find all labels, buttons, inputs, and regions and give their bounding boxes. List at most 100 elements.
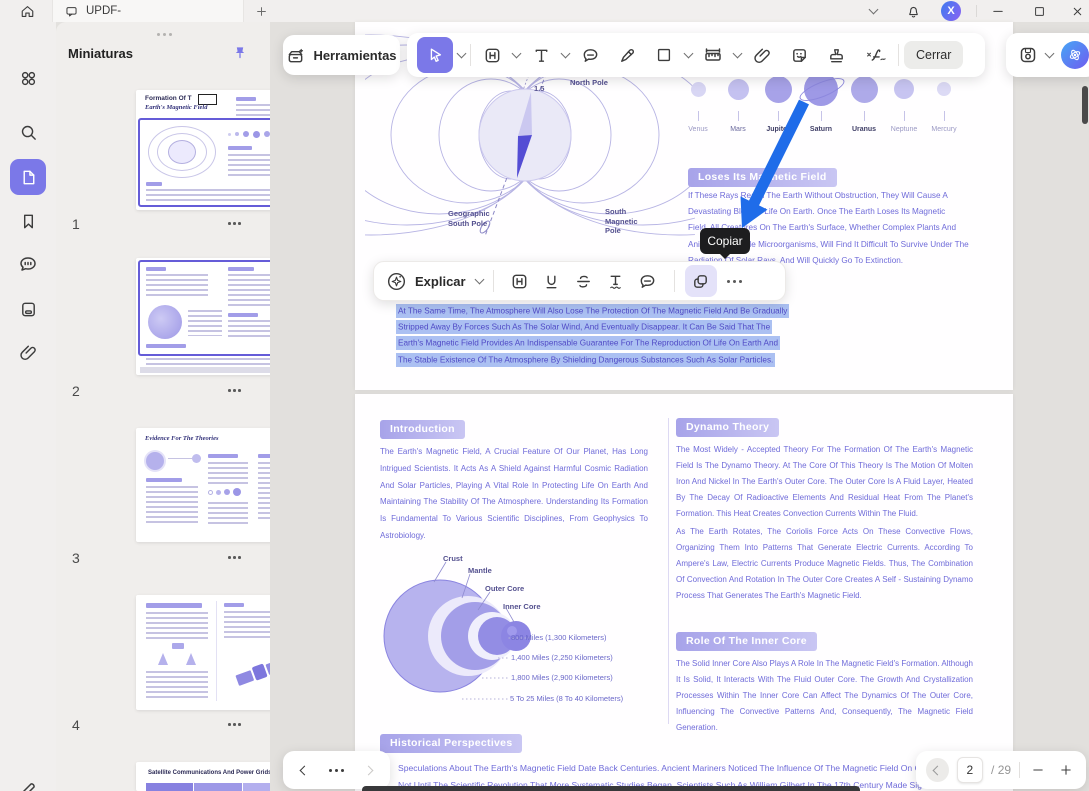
document-tab[interactable]: UPDF- (52, 0, 244, 22)
apps-grid-button[interactable] (10, 60, 46, 96)
thumb2-mini-lines2 (188, 310, 222, 336)
app-window: UPDF- X Miniaturas Formation Of T Earth'… (0, 0, 1089, 791)
zoom-out-button[interactable] (1028, 758, 1048, 782)
page-number-input[interactable]: 2 (956, 757, 984, 783)
planet-neptune: Neptune (884, 70, 924, 133)
save-status-icon[interactable] (1018, 45, 1038, 65)
marker-tool-button[interactable] (611, 39, 643, 71)
cerrar-button[interactable]: Cerrar (904, 41, 964, 69)
herramientas-button[interactable]: Herramientas (283, 35, 400, 75)
dynamo-heading-badge: Dynamo Theory (676, 417, 780, 437)
highlight-tool-chevron[interactable] (511, 48, 522, 59)
select-tool-chevron[interactable] (456, 48, 467, 59)
home-button[interactable] (14, 0, 40, 22)
thumb3-menu-button[interactable] (228, 556, 241, 559)
thumb4-number: 4 (72, 717, 80, 733)
save-chevron[interactable] (1044, 48, 1055, 59)
thumb2-mini-badge3 (228, 313, 258, 317)
thumb1-mini-lines3 (146, 189, 288, 203)
vertical-scrollbar-thumb[interactable] (1082, 86, 1088, 124)
selected-text-line: The Stable Existence Of The Atmosphere B… (396, 352, 776, 368)
maximize-button[interactable] (1026, 0, 1052, 22)
right-tool-group (1006, 33, 1089, 77)
core-label-mantle: Mantle (468, 566, 492, 575)
thumb4-menu-button[interactable] (228, 723, 241, 726)
south-mag-label: South Magnetic Pole (605, 207, 638, 235)
more-actions-button[interactable] (726, 279, 742, 283)
text-tool-button[interactable] (525, 39, 557, 71)
thumb3-mini-lines3 (208, 502, 248, 526)
thumbnails-panel-button[interactable] (10, 159, 46, 195)
explicar-label[interactable]: Explicar (415, 274, 466, 289)
avatar[interactable]: X (941, 1, 961, 21)
dynamo-body-1[interactable]: The Most Widely - Accepted Theory For Th… (676, 442, 973, 522)
sticker-tool-button[interactable] (783, 39, 815, 71)
core-label-crust: Crust (443, 554, 463, 563)
explicar-chevron[interactable] (474, 274, 485, 285)
close-button[interactable] (1064, 0, 1089, 22)
thumb4-mini-badge1 (146, 603, 202, 608)
text-tool-chevron[interactable] (560, 48, 571, 59)
comment-tool-button[interactable] (574, 39, 606, 71)
introduction-body[interactable]: The Earth's Magnetic Field, A Crucial Fe… (380, 444, 648, 545)
file-attachments-button[interactable] (10, 291, 46, 327)
highlight-annotation-button[interactable] (504, 265, 536, 297)
comments-button[interactable] (10, 246, 46, 282)
nav-forward-button[interactable] (363, 765, 374, 775)
copy-button[interactable] (684, 265, 717, 297)
earth-core-diagram (383, 561, 531, 700)
thumb3-mini-sun (146, 452, 164, 470)
thumb2-menu-button[interactable] (228, 389, 241, 392)
pdf-page-1: Geographic North Pole 1.5 Geographic Sou… (355, 22, 1013, 390)
thumb4-mini-divider (216, 601, 217, 701)
thumb1-menu-button[interactable] (228, 222, 241, 225)
signature-tool-button[interactable] (857, 39, 893, 71)
paperclip-button[interactable] (10, 334, 46, 370)
thumbnails-panel: Miniaturas Formation Of T Earth's Magnet… (56, 22, 301, 791)
pin-panel-button[interactable] (232, 45, 250, 63)
inner-core-body[interactable]: The Solid Inner Core Also Plays A Role I… (676, 656, 973, 736)
squiggly-annotation-button[interactable] (600, 265, 632, 297)
minimize-button[interactable] (985, 0, 1011, 22)
stamp-tool-button[interactable] (820, 39, 852, 71)
historical-line-1[interactable]: Speculations About The Earth's Magnetic … (398, 760, 987, 776)
annotate-pen-button[interactable] (10, 772, 46, 791)
previous-page-button[interactable] (926, 758, 949, 782)
ai-assistant-button[interactable] (1061, 41, 1089, 69)
selected-text-line: Stripped Away By Forces Such As The Sola… (396, 319, 773, 335)
comment-annotation-button[interactable] (632, 265, 664, 297)
attach-tool-button[interactable] (746, 39, 778, 71)
nav-back-button[interactable] (299, 765, 310, 775)
thumb2-mini-lines5 (146, 358, 290, 365)
toolbox-icon (289, 48, 304, 62)
panel-drag-handle[interactable] (157, 33, 172, 36)
zoom-in-button[interactable] (1056, 758, 1076, 782)
shape-tool-button[interactable] (648, 39, 680, 71)
collapse-toolbar-button[interactable] (860, 0, 886, 22)
highlight-tool-button[interactable] (476, 39, 508, 71)
tab-document-icon (66, 6, 77, 17)
underline-annotation-button[interactable] (536, 265, 568, 297)
bookmarks-button[interactable] (10, 203, 46, 239)
thumb4-mini-lines2 (146, 671, 208, 701)
thumb2-mini-badge4 (146, 344, 186, 348)
tab-title: UPDF- (86, 5, 122, 17)
strikethrough-annotation-button[interactable] (568, 265, 600, 297)
thumb3-number: 3 (72, 550, 80, 566)
search-button[interactable] (10, 114, 46, 150)
nav-more-button[interactable] (328, 768, 344, 772)
select-tool-button[interactable] (417, 37, 453, 73)
explain-ai-icon (387, 272, 406, 290)
new-tab-button[interactable] (248, 0, 274, 22)
measure-tool-button[interactable] (697, 39, 729, 71)
thumb4-mini-lines1 (146, 612, 208, 640)
shape-tool-chevron[interactable] (683, 48, 694, 59)
thumb3-mini-lines2 (208, 462, 248, 484)
planet-uranus: Uranus (844, 70, 884, 133)
core-label-outer-core: Outer Core (485, 584, 525, 593)
notifications-button[interactable] (900, 0, 926, 22)
thumb3-mini-badge1 (146, 478, 182, 482)
dynamo-body-2[interactable]: As The Earth Rotates, The Coriolis Force… (676, 524, 973, 604)
selected-text-block[interactable]: At The Same Time, The Atmosphere Will Al… (396, 303, 790, 369)
measure-tool-chevron[interactable] (732, 48, 743, 59)
